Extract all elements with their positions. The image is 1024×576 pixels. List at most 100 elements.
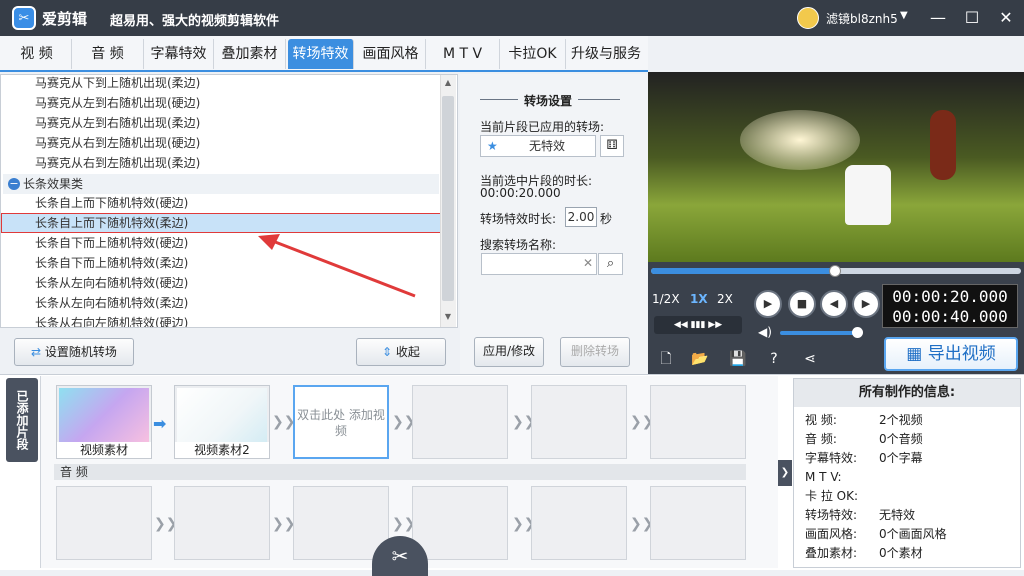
effect-duration-label: 转场特效时长: (480, 212, 557, 226)
search-input[interactable] (481, 253, 597, 275)
search-icon[interactable]: ⌕ (598, 253, 623, 275)
chevron-down-icon[interactable]: ▼ (900, 10, 908, 21)
arrow-right-icon: ❯❯ (630, 516, 654, 532)
audio-slot[interactable] (56, 486, 152, 560)
audio-slot[interactable] (412, 486, 508, 560)
info-key: 转场特效: (805, 508, 858, 522)
app-slogan: 超易用、强大的视频剪辑软件 (110, 14, 280, 29)
added-clips-tab[interactable]: 已添加片段 (6, 378, 38, 462)
jog-wheel[interactable]: ◀◀ ▮▮▮ ▶▶ (654, 316, 742, 334)
list-item[interactable]: 马赛克从左到右随机出现(硬边) (1, 93, 441, 113)
add-video-slot[interactable]: 双击此处 添加视频 (293, 385, 389, 459)
share-icon[interactable]: ⋖ (800, 349, 820, 369)
scroll-down-icon[interactable]: ▼ (442, 312, 454, 324)
arrow-right-icon: ❯❯ (154, 516, 178, 532)
info-key: 叠加素材: (805, 546, 858, 560)
list-item[interactable]: 长条从右向左随机特效(硬边) (1, 313, 441, 327)
prev-frame-icon[interactable]: ◀ (820, 290, 848, 318)
speed-2x[interactable]: 2X (717, 292, 733, 306)
save-icon[interactable]: 💾 (728, 349, 748, 369)
minimize-button[interactable]: — (926, 6, 950, 30)
app-logo-icon: ✂ (12, 6, 36, 30)
maximize-button[interactable]: ☐ (960, 6, 984, 30)
star-icon: ★ (487, 139, 498, 153)
tab-video[interactable]: 视 频 (2, 39, 72, 69)
list-item[interactable]: 马赛克从左到右随机出现(柔边) (1, 113, 441, 133)
effect-duration-input[interactable]: 2.00 (565, 207, 597, 227)
open-folder-icon[interactable]: 📂 (690, 349, 710, 369)
progress-knob[interactable] (829, 265, 841, 277)
audio-slot[interactable] (650, 486, 746, 560)
apply-button[interactable]: 应用/修改 (474, 337, 544, 367)
tab-transition[interactable]: 转场特效 (288, 39, 354, 69)
export-icon: ▦ (906, 344, 928, 364)
main-tabs: 视 频 音 频 字幕特效 叠加素材 转场特效 画面风格 M T V 卡拉OK 升… (0, 36, 648, 72)
username[interactable]: 滤镜bl8znh5 (826, 10, 898, 27)
user-avatar[interactable] (797, 7, 819, 29)
clip-thumbnail[interactable]: 视频素材 (56, 385, 152, 459)
annotation-arrow-icon (258, 234, 416, 298)
tab-overlay[interactable]: 叠加素材 (214, 39, 286, 69)
current-time: 00:00:20.000 (892, 287, 1008, 306)
clip-duration-value: 00:00:20.000 (480, 186, 561, 200)
progress-fill (651, 268, 835, 274)
close-button[interactable]: ✕ (994, 6, 1018, 30)
volume-slider[interactable] (780, 331, 858, 335)
list-item[interactable]: 长条自上而下随机特效(硬边) (1, 193, 441, 213)
empty-slot[interactable] (531, 385, 627, 459)
clip-label: 视频素材 (57, 442, 151, 458)
clip-thumbnail[interactable]: 视频素材2 (174, 385, 270, 459)
clip-image (59, 388, 149, 442)
scroll-up-icon[interactable]: ▲ (442, 78, 454, 90)
volume-icon[interactable]: ◀) (758, 325, 772, 339)
export-video-button[interactable]: ▦ 导出视频 (884, 337, 1018, 371)
collapse-button[interactable]: ⇕ 收起 (356, 338, 446, 366)
tab-karaoke[interactable]: 卡拉OK (500, 39, 566, 69)
audio-slot[interactable] (174, 486, 270, 560)
info-key: 视 频: (805, 413, 837, 427)
collapse-icon: ⇕ (382, 345, 396, 359)
arrow-right-icon: ➡ (153, 414, 167, 433)
empty-slot[interactable] (412, 385, 508, 459)
tab-style[interactable]: 画面风格 (356, 39, 426, 69)
tab-mtv[interactable]: M T V (426, 39, 500, 69)
settings-title: 转场设置 (518, 92, 579, 109)
panel-toggle-icon[interactable]: ❯ (778, 460, 792, 486)
list-item[interactable]: 马赛克从下到上随机出现(柔边) (1, 75, 441, 93)
category-header[interactable]: − 长条效果类 (3, 174, 439, 194)
app-name: 爱剪辑 (42, 10, 88, 28)
collapse-minus-icon[interactable]: − (8, 178, 20, 190)
preview-violin (930, 110, 956, 180)
audio-slot[interactable] (531, 486, 627, 560)
random-transition-button[interactable]: ⇄ 设置随机转场 (14, 338, 134, 366)
help-icon[interactable]: ? (764, 349, 784, 369)
clear-icon[interactable]: ✕ (583, 256, 593, 270)
list-item[interactable]: 马赛克从右到左随机出现(柔边) (1, 153, 441, 173)
volume-knob[interactable] (852, 327, 863, 338)
list-item[interactable]: 马赛克从右到左随机出现(硬边) (1, 133, 441, 153)
empty-slot[interactable] (650, 385, 746, 459)
audio-slot[interactable] (293, 486, 389, 560)
arrow-right-icon: ❯❯ (512, 414, 536, 430)
preview-light (740, 110, 860, 170)
stop-icon[interactable]: ■ (788, 290, 816, 318)
tab-audio[interactable]: 音 频 (72, 39, 144, 69)
info-key: 卡 拉 OK: (805, 489, 858, 503)
scroll-thumb[interactable] (442, 96, 454, 301)
applied-transition-value: 无特效 (529, 139, 566, 153)
dice-icon[interactable]: ⚅ (600, 135, 624, 157)
play-icon[interactable]: ▶ (754, 290, 782, 318)
tab-upgrade[interactable]: 升级与服务 (566, 39, 646, 69)
speed-half[interactable]: 1/2X (652, 292, 680, 306)
info-row: M T V: (805, 468, 1015, 487)
delete-transition-button[interactable]: 删除转场 (560, 337, 630, 367)
info-key: 音 频: (805, 432, 837, 446)
speed-1x[interactable]: 1X (690, 292, 708, 306)
shuffle-icon: ⇄ (31, 345, 45, 359)
new-project-icon[interactable]: 🗋 (656, 349, 676, 369)
tab-subtitle[interactable]: 字幕特效 (144, 39, 214, 69)
category-label: 长条效果类 (23, 177, 84, 191)
info-row: 转场特效: 无特效 (805, 506, 1015, 525)
next-frame-icon[interactable]: ▶ (852, 290, 880, 318)
clip-label: 视频素材2 (175, 442, 269, 458)
